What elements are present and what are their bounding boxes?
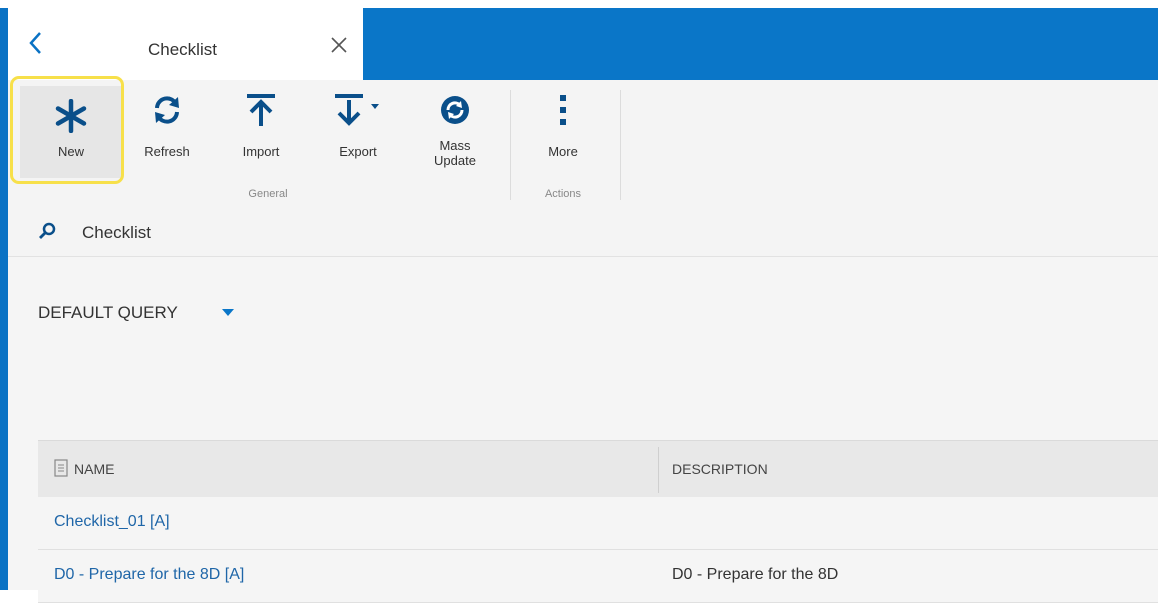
row-description: D0 - Prepare for the 8D xyxy=(672,566,839,583)
more-button[interactable]: More xyxy=(528,80,598,190)
new-button-highlight xyxy=(10,76,124,184)
mass-update-icon xyxy=(418,90,492,130)
search-icon xyxy=(39,222,56,239)
table-row[interactable]: Checklist_01 [A] xyxy=(38,497,1158,550)
column-header-description[interactable]: DESCRIPTION xyxy=(672,461,768,477)
ribbon-toolbar: New Refresh Import Export Mass Update Ge… xyxy=(8,80,1158,209)
export-icon xyxy=(318,90,398,130)
back-chevron-icon[interactable] xyxy=(26,30,46,56)
row-name-link[interactable]: D0 - Prepare for the 8D [A] xyxy=(54,566,244,584)
dropdown-arrow-icon[interactable] xyxy=(222,309,234,317)
search-label: Checklist xyxy=(82,223,151,242)
more-vertical-icon xyxy=(528,90,598,130)
ribbon-separator xyxy=(620,90,621,200)
mass-update-label: Mass Update xyxy=(434,138,476,168)
group-general-label: General xyxy=(248,188,288,200)
ribbon-separator xyxy=(510,90,511,200)
import-button[interactable]: Import xyxy=(226,80,296,190)
left-accent-bar xyxy=(0,8,8,590)
import-label: Import xyxy=(242,144,280,159)
refresh-icon xyxy=(132,90,202,130)
column-header-name[interactable]: NAME xyxy=(74,461,114,477)
query-selector[interactable]: DEFAULT QUERY xyxy=(38,303,178,323)
import-icon xyxy=(226,90,296,130)
refresh-label: Refresh xyxy=(144,144,190,159)
grid-header: NAME DESCRIPTION xyxy=(38,440,1158,498)
column-divider[interactable] xyxy=(658,447,659,493)
group-actions-label: Actions xyxy=(544,188,582,200)
table-row[interactable]: D0 - Prepare for the 8D [A] D0 - Prepare… xyxy=(38,550,1158,603)
export-label: Export xyxy=(339,144,377,159)
more-label: More xyxy=(548,144,578,159)
export-button[interactable]: Export xyxy=(318,80,398,190)
search-bar[interactable]: Checklist xyxy=(8,208,1158,257)
tab-title: Checklist xyxy=(148,40,217,59)
refresh-button[interactable]: Refresh xyxy=(132,80,202,190)
mass-update-button[interactable]: Mass Update xyxy=(418,80,492,190)
close-icon[interactable] xyxy=(330,36,348,54)
column-chooser-icon[interactable] xyxy=(54,459,68,477)
row-name-link[interactable]: Checklist_01 [A] xyxy=(54,513,170,531)
tab-checklist[interactable]: Checklist xyxy=(8,8,363,80)
